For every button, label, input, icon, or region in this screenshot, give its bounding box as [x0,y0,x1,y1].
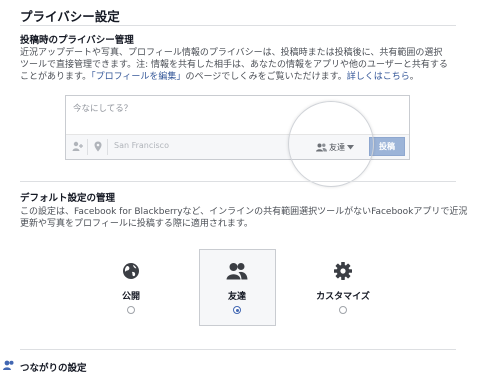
radio-public[interactable] [127,306,135,314]
gear-icon [328,262,358,284]
location-text: San Francisco [114,141,169,150]
default-privacy-heading: デフォルト設定の管理 [20,193,116,204]
radio-custom[interactable] [339,306,347,314]
post-privacy-text-suffix: 。 [409,72,419,82]
globe-icon [116,262,146,284]
post-privacy-heading: 投稿時のプライバシー管理 [20,35,134,46]
post-privacy-text-line2: ツールで直接管理できます。注: 情報を共有した相手は、あなたの情報をアプリや他の… [20,60,448,70]
location-pin-icon[interactable] [94,141,102,155]
highlight-circle [288,101,374,187]
tag-friends-icon[interactable] [72,141,84,155]
post-privacy-text-prefix: ことがあります。 [20,72,92,82]
edit-profile-link[interactable]: 「プロフィールを編集」 [91,72,185,82]
connections-heading-label: つながりの設定 [20,363,87,374]
section-divider [20,181,456,182]
post-privacy-text-middle: のページでしくみをご覧いただけます。 [185,72,347,82]
title-divider [20,25,456,26]
option-label-custom: カスタマイズ [316,292,370,302]
post-button-label: 投稿 [379,142,395,151]
status-input-placeholder: 今なにしてる？ [73,104,133,114]
toolbar-divider [87,139,88,155]
learn-more-link[interactable]: 詳しくはこちら [347,72,410,82]
page-title: プライバシー設定 [20,9,120,24]
default-privacy-text-line1: この設定は、Facebook for Blackberryなど、インラインの共有… [20,207,468,217]
post-button[interactable]: 投稿 [369,137,405,156]
toolbar-divider [107,139,108,155]
radio-friends[interactable] [233,306,241,314]
option-label-public: 公開 [121,292,140,302]
connections-heading: つながりの設定 [3,360,87,374]
friends-icon [222,262,252,284]
default-privacy-text-line2: 更新や写真をプロフィールに投稿する際に適用されます。 [20,219,253,229]
section-divider [20,349,456,350]
selected-option-highlight [199,249,276,326]
option-label-friends: 友達 [227,292,246,302]
post-privacy-text-line3: ことがあります。「プロフィールを編集」のページでしくみをご覧いただけます。詳しく… [20,71,419,83]
post-privacy-text-line1: 近況アップデートや写真、プロフィール情報のプライバシーは、投稿時または投稿後に、… [20,48,443,58]
